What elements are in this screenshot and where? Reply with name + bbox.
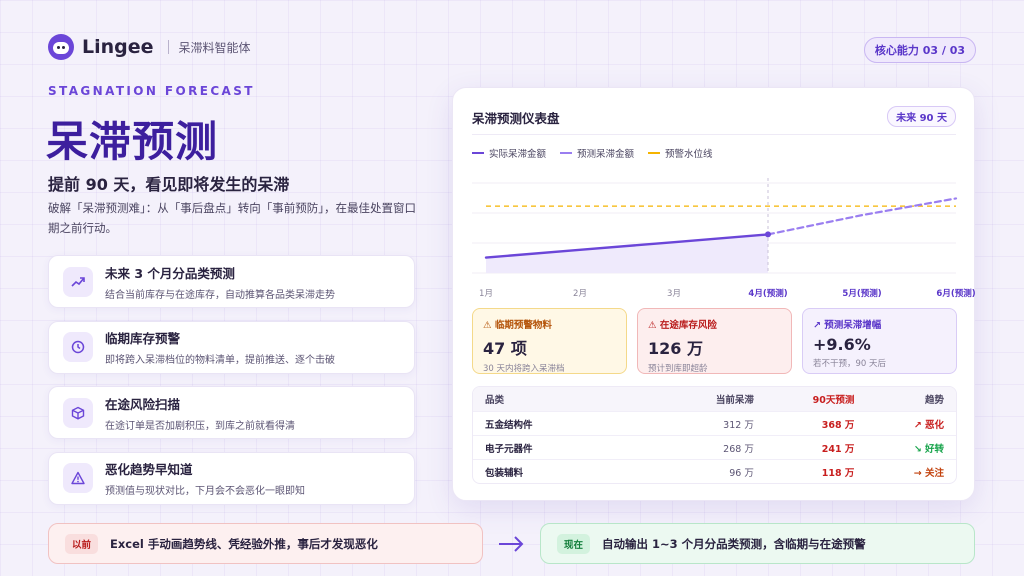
feature-card-expiry-warning: 临期库存预警 即将跨入呆滞档位的物料清单，提前推送、逐个击破: [48, 320, 415, 374]
cell-category: 五金结构件: [485, 419, 533, 431]
trend-up-icon: [63, 266, 93, 297]
stat-label: ⚠ 临期预警物料: [483, 320, 552, 331]
table-body: 五金结构件 312 万 368 万 ↗ 恶化 电子元器件 268 万 241 万…: [473, 411, 956, 483]
stat-label: ↗ 预测呆滞增幅: [813, 320, 882, 331]
before-text: Excel 手动画趋势线、凭经验外推，事后才发现恶化: [110, 536, 378, 551]
after-tag: 现在: [557, 533, 591, 554]
after-banner: 现在 自动输出 1~3 个月分品类预测，含临期与在途预警: [540, 523, 975, 564]
feature-desc: 即将跨入呆滞档位的物料清单，提前推送、逐个击破: [105, 355, 335, 366]
before-tag: 以前: [65, 533, 99, 554]
stat-label: ⚠ 在途库存风险: [648, 320, 717, 331]
stat-card-growth: ↗ 预测呆滞增幅 +9.6% 若不干预，90 天后: [802, 308, 957, 374]
page-description: 破解「呆滞预测难」：从「事后盘点」转向「事前预防」，在最佳处置窗口期之前行动。: [48, 201, 416, 235]
feature-desc: 结合当前库存与在途库存，自动推算各品类呆滞走势: [105, 289, 335, 301]
x-tick-label: 3月: [667, 289, 681, 299]
cell-current: 96 万: [729, 467, 754, 479]
lingee-logo-icon: [48, 34, 74, 60]
x-tick-label: 4月(预测): [748, 288, 787, 299]
feature-list: 未来 3 个月分品类预测 结合当前库存与在途库存，自动推算各品类呆滞走势 临期库…: [48, 255, 415, 517]
cell-trend: ↗ 恶化: [913, 419, 944, 431]
before-banner: 以前 Excel 手动画趋势线、凭经验外推，事后才发现恶化: [48, 523, 483, 564]
forecast-line-chart: 1月 2月 3月 4月(预测) 5月(预测) 6月(预测): [472, 178, 976, 299]
forecast-dashboard: 呆滞预测仪表盘 未来 90 天 实际呆滞金额 预测呆滞金额 预警水位线 1月 2月…: [452, 87, 976, 501]
page-title: 呆滞预测: [46, 117, 219, 166]
header-trend: 趋势: [924, 395, 944, 406]
x-tick-label: 6月(预测): [936, 288, 975, 299]
brand: Lingee 呆滞料智能体: [48, 34, 251, 60]
category-forecast-table: 品类 当前呆滞 90天预测 趋势 五金结构件 312 万 368 万 ↗ 恶化 …: [472, 386, 957, 484]
core-capability-badge: 核心能力 03 / 03: [863, 37, 976, 63]
header-forecast: 90天预测: [812, 395, 855, 406]
stat-cards: ⚠ 临期预警物料 47 项 30 天内将跨入呆滞档 ⚠ 在途库存风险 126 万…: [472, 308, 957, 374]
header-current: 当前呆滞: [715, 395, 754, 406]
feature-card-transit-scan: 在途风险扫描 在途订单是否加剧积压，到库之前就看得清: [48, 386, 415, 439]
table-header: 品类 当前呆滞 90天预测 趋势: [473, 387, 956, 411]
stat-note: 30 天内将跨入呆滞档: [483, 364, 565, 374]
stat-note: 若不干预，90 天后: [813, 359, 887, 369]
brand-name: Lingee: [82, 36, 154, 58]
forecast-start-point: [765, 231, 771, 238]
stat-value: 126 万: [648, 339, 703, 358]
feature-card-trend-alert: 恶化趋势早知道 预测值与现状对比，下月会不会恶化一眼即知: [48, 451, 415, 505]
page-subtitle: 提前 90 天，看见即将发生的呆滞: [48, 175, 290, 194]
table-row[interactable]: 五金结构件 312 万 368 万 ↗ 恶化: [473, 411, 956, 435]
box-icon: [63, 397, 93, 428]
table-row[interactable]: 包装辅料 96 万 118 万 → 关注: [473, 459, 956, 483]
stat-card-expiry: ⚠ 临期预警物料 47 项 30 天内将跨入呆滞档: [472, 308, 627, 374]
stat-card-transit: ⚠ 在途库存风险 126 万 预计到库即超龄: [637, 308, 792, 374]
feature-card-forecast: 未来 3 个月分品类预测 结合当前库存与在途库存，自动推算各品类呆滞走势: [48, 255, 415, 308]
cell-category: 电子元器件: [485, 443, 533, 455]
stat-value: 47 项: [483, 339, 527, 358]
cell-forecast: 241 万: [821, 443, 855, 455]
cell-current: 268 万: [723, 443, 754, 455]
arrow-right-icon: [499, 536, 524, 552]
feature-title: 未来 3 个月分品类预测: [105, 265, 235, 281]
x-tick-label: 2月: [573, 289, 587, 299]
product-name: 呆滞料智能体: [178, 40, 251, 55]
feature-desc: 预测值与现状对比，下月会不会恶化一眼即知: [105, 486, 305, 497]
header-category: 品类: [485, 395, 505, 406]
cell-category: 包装辅料: [485, 467, 524, 479]
feature-title: 恶化趋势早知道: [105, 462, 193, 477]
warning-icon: [63, 463, 93, 493]
after-text: 自动输出 1~3 个月分品类预测，含临期与在途预警: [602, 536, 866, 551]
table-row[interactable]: 电子元器件 268 万 241 万 ↘ 好转: [473, 435, 956, 459]
feature-title: 在途风险扫描: [105, 396, 181, 412]
feature-desc: 在途订单是否加剧积压，到库之前就看得清: [105, 420, 295, 432]
x-tick-label: 1月: [479, 289, 493, 299]
feature-title: 临期库存预警: [105, 331, 181, 346]
stat-value: +9.6%: [813, 335, 871, 354]
cell-forecast: 368 万: [821, 419, 855, 431]
eyebrow-label: STAGNATION FORECAST: [48, 84, 255, 98]
stat-note: 预计到库即超龄: [648, 364, 708, 374]
cell-trend: → 关注: [913, 467, 944, 479]
x-tick-label: 5月(预测): [842, 288, 881, 299]
brand-divider: [167, 40, 169, 54]
forecast-line: [766, 197, 958, 236]
cell-current: 312 万: [723, 419, 754, 431]
clock-icon: [63, 332, 93, 362]
cell-forecast: 118 万: [821, 467, 855, 479]
cell-trend: ↘ 好转: [913, 443, 944, 455]
